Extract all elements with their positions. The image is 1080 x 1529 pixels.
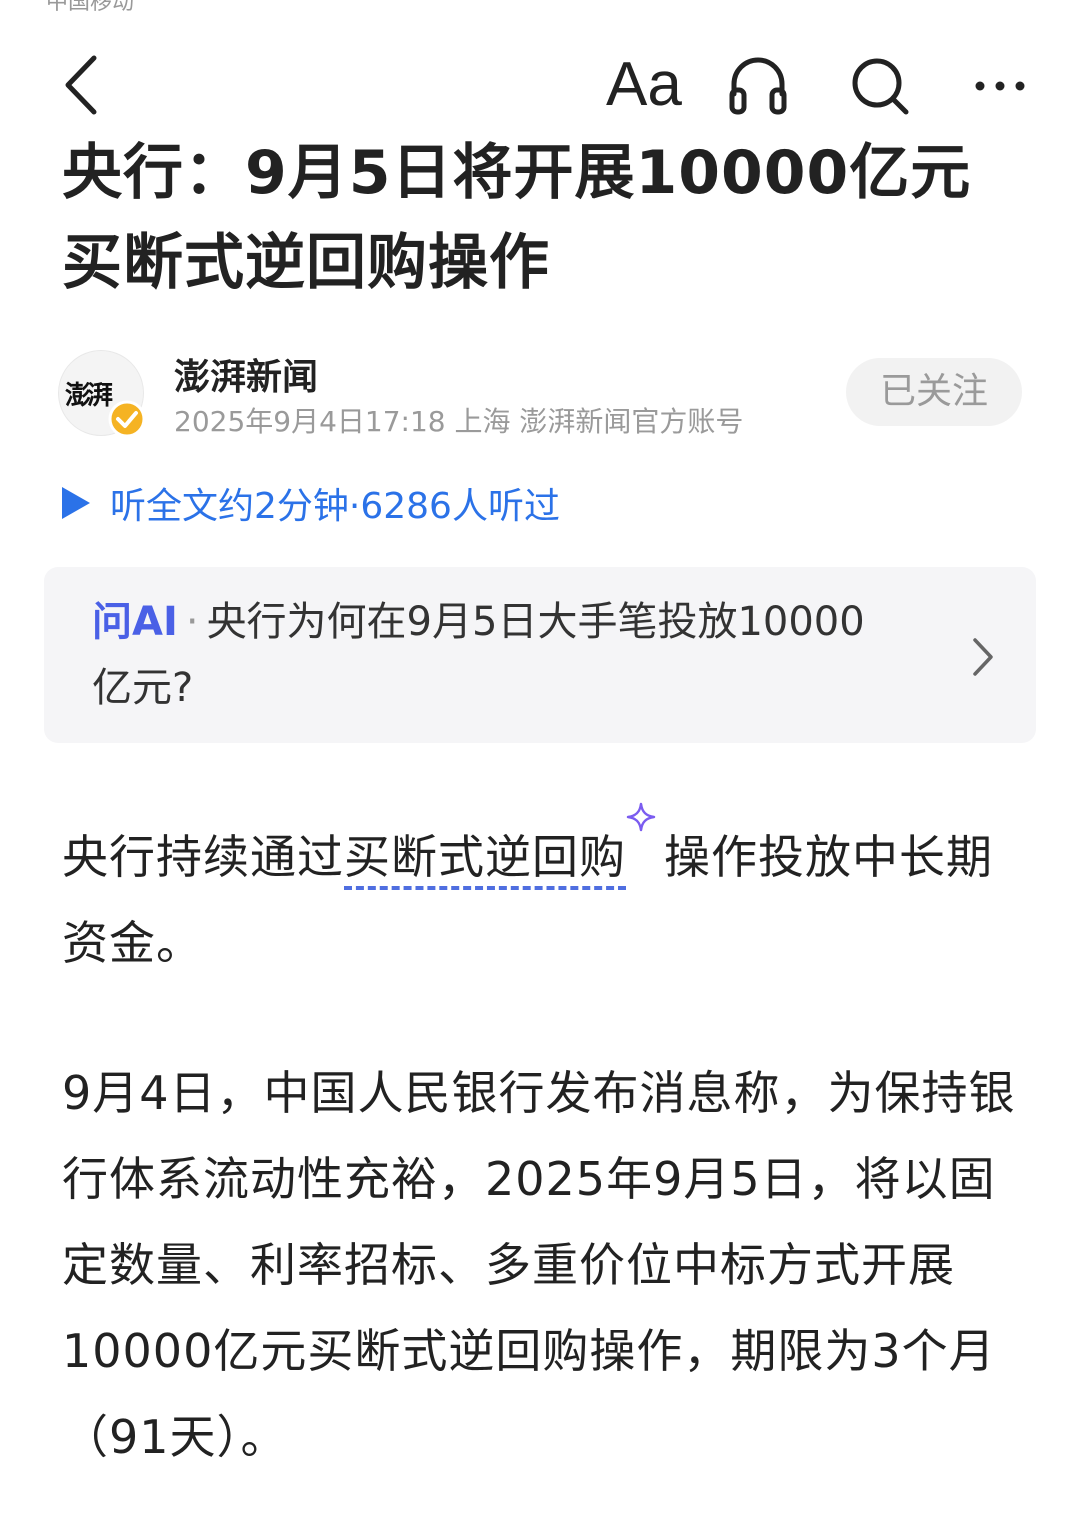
article-paragraph-1: 央行持续通过买断式逆回购 操作投放中长期资金。 <box>62 802 1022 986</box>
ask-ai-separator: · <box>185 599 199 645</box>
headphones-icon[interactable] <box>726 54 790 116</box>
font-size-button[interactable]: Aa <box>606 50 682 120</box>
article-paragraph-2: 9月4日，中国人民银行发布消息称，为保持银行体系流动性充裕，2025年9月5日，… <box>62 1066 1016 1464</box>
article-title: 央行：9月5日将开展10000亿元买断式逆回购操作 <box>62 138 972 298</box>
play-icon <box>62 487 90 519</box>
chevron-right-icon <box>973 638 993 676</box>
author-logo: 澎湃 <box>65 381 113 411</box>
follow-button[interactable]: 已关注 <box>846 358 1022 426</box>
ask-ai-text: 问AI · 央行为何在9月5日大手笔投放10000亿元? <box>92 589 892 721</box>
sparkle-icon <box>626 802 656 832</box>
search-icon[interactable] <box>848 54 912 118</box>
back-chevron-icon[interactable] <box>58 50 108 120</box>
ask-ai-card[interactable]: 问AI · 央行为何在9月5日大手笔投放10000亿元? <box>44 567 1036 743</box>
para1-text-before: 央行持续通过 <box>62 830 344 884</box>
verified-badge-icon <box>108 400 146 438</box>
status-carrier: 中国移动 <box>46 0 135 15</box>
term-link-reverse-repo[interactable]: 买断式逆回购 <box>344 830 626 890</box>
top-toolbar: Aa <box>0 40 1080 130</box>
ask-ai-question: 央行为何在9月5日大手笔投放10000亿元? <box>92 599 865 711</box>
more-icon[interactable] <box>970 54 1030 114</box>
publish-meta: 2025年9月4日17:18 上海 澎湃新闻官方账号 <box>174 405 744 438</box>
author-name[interactable]: 澎湃新闻 <box>174 348 318 400</box>
listen-full-text-link[interactable]: 听全文约2分钟·6286人听过 <box>62 478 560 528</box>
listen-text: 听全文约2分钟·6286人听过 <box>110 486 560 527</box>
author-avatar[interactable]: 澎湃 <box>58 350 146 438</box>
ask-ai-label: 问AI <box>92 599 178 645</box>
